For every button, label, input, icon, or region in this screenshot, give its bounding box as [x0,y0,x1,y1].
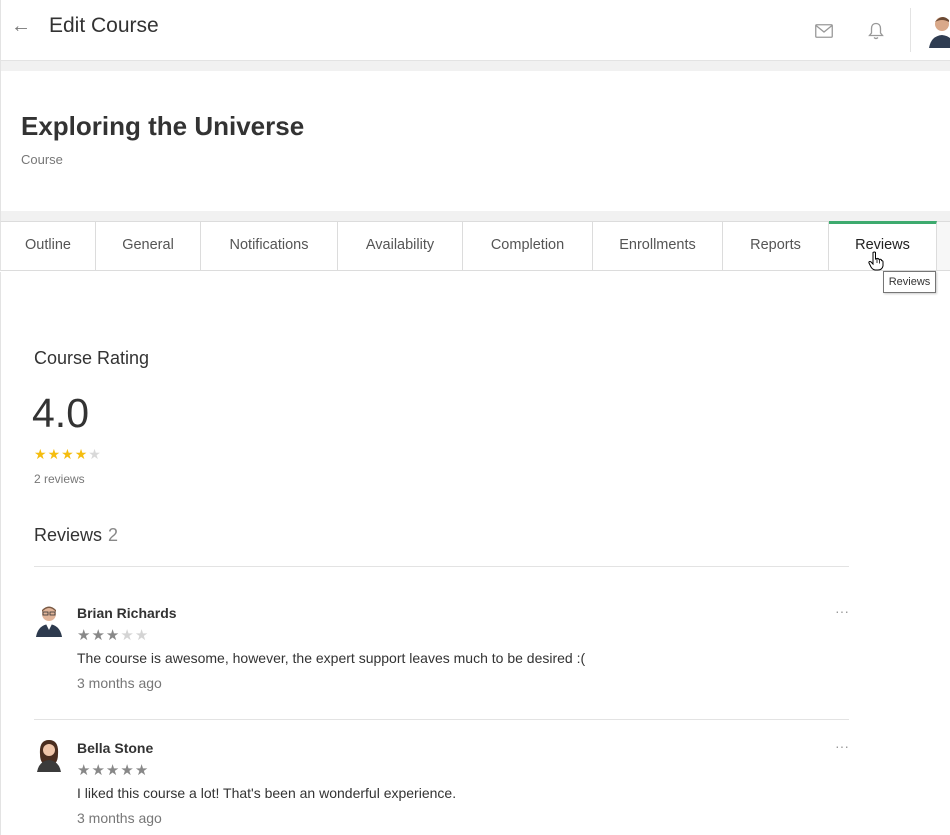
star-icon: ★ [91,627,106,644]
topbar-divider [910,8,911,52]
reviewer-avatar [34,603,64,637]
divider [34,719,849,720]
review-count: 2 reviews [34,472,85,486]
star-icon: ★ [105,762,121,779]
star-icon: ★ [77,762,92,779]
reviews-heading-label: Reviews [34,525,103,545]
review-time: 3 months ago [77,675,162,691]
review-time: 3 months ago [77,810,162,826]
tab-enrollments[interactable]: Enrollments [593,222,723,270]
rating-value: 4.0 [32,390,89,436]
star-empty-icon: ★ [88,446,102,462]
reviews-heading: Reviews 2 [34,525,118,546]
star-icon: ★ [47,446,62,462]
bell-icon[interactable] [868,22,884,45]
divider [34,566,849,567]
reviews-count-badge: 2 [108,525,119,545]
star-empty-icon: ★ [134,627,150,644]
star-icon: ★ [105,627,121,644]
reviews-panel: Course Rating 4.0 ★★★★★ 2 reviews Review… [0,272,950,835]
more-options-icon[interactable]: ··· [835,738,849,754]
tab-outline[interactable]: Outline [1,222,96,270]
tab-notifications[interactable]: Notifications [201,222,338,270]
star-icon: ★ [77,627,92,644]
top-bar: ← Edit Course [0,0,950,61]
reviewer-avatar [34,738,64,772]
hand-cursor-icon [868,251,884,276]
tab-general[interactable]: General [96,222,201,270]
star-icon: ★ [74,446,89,462]
tab-tooltip: Reviews [883,271,936,293]
more-options-icon[interactable]: ··· [835,603,849,619]
tab-completion[interactable]: Completion [463,222,593,270]
star-icon: ★ [34,446,48,462]
course-type-label: Course [21,152,63,167]
course-title: Exploring the Universe [21,111,305,141]
rating-heading: Course Rating [34,348,150,368]
review-item: Bella Stone ★★★★★ I liked this course a … [34,738,849,828]
star-icon: ★ [134,762,150,779]
page-title: Edit Course [49,14,159,37]
reviewer-name: Brian Richards [77,605,177,621]
review-text: The course is awesome, however, the expe… [77,650,586,666]
star-icon: ★ [61,446,75,462]
back-arrow-icon[interactable]: ← [11,14,31,38]
reviewer-name: Bella Stone [77,740,154,756]
review-stars: ★★★★★ [77,761,149,779]
star-icon: ★ [120,762,135,779]
star-empty-icon: ★ [120,627,135,644]
course-header: Exploring the Universe Course [0,71,950,212]
star-icon: ★ [91,762,106,779]
review-item: Brian Richards ★★★★★ The course is aweso… [34,603,849,693]
mail-icon[interactable] [815,24,833,43]
tab-availability[interactable]: Availability [338,222,463,270]
review-text: I liked this course a lot! That's been a… [77,785,457,801]
review-stars: ★★★★★ [77,626,149,644]
rating-stars: ★★★★★ [34,446,102,463]
header-spacer [0,61,950,71]
user-avatar[interactable] [927,12,950,48]
tab-bar: Outline General Notifications Availabili… [0,221,950,271]
tab-reports[interactable]: Reports [723,222,829,270]
tabs-spacer [0,211,950,221]
